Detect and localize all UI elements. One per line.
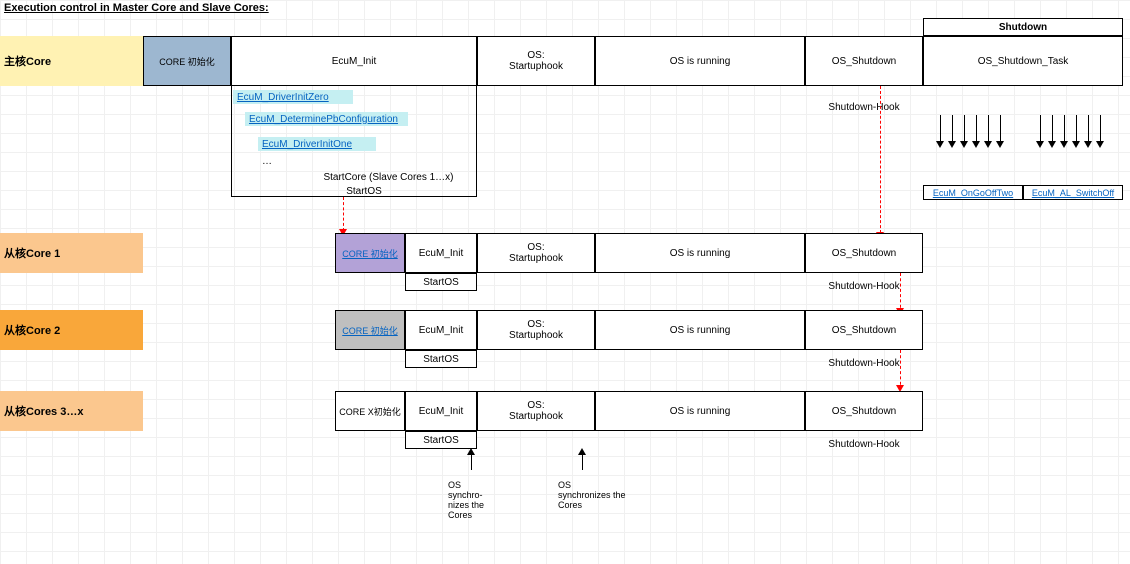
shutdown-header: Shutdown [923,18,1123,36]
link-driver-init-one[interactable]: EcuM_DriverInitOne [258,137,376,151]
dots: … [258,155,288,167]
slave2-os-startup: OS: Startuphook [477,310,595,350]
startcore-label: StartCore (Slave Cores 1…x) [300,170,477,184]
master-os-running: OS is running [595,36,805,86]
sync1-arrow [467,448,475,455]
slave3-startos: StartOS [405,431,477,449]
sync-note-2: OS synchronizes the Cores [558,480,648,522]
slave1-os-running: OS is running [595,233,805,273]
red-line-2 [900,273,902,313]
slave2-startos: StartOS [405,350,477,368]
slave3-ecum-init: EcuM_Init [405,391,477,431]
slave3-os-shutdown: OS_Shutdown [805,391,923,431]
master-core-label: 主核Core [0,36,143,86]
slave1-shutdown-hook: Shutdown-Hook [805,278,923,294]
master-core-init: CORE 初始化 [143,36,231,86]
diagram-title: Execution control in Master Core and Sla… [4,2,269,14]
master-shutdown-task: OS_Shutdown_Task [923,36,1123,86]
slave3-label: 从核Cores 3…x [0,391,143,431]
arrow-group [940,115,1120,155]
slave3-core-init: CORE X初始化 [335,391,405,431]
link-determine-pb[interactable]: EcuM_DeterminePbConfiguration [245,112,408,126]
slave2-core-init[interactable]: CORE 初始化 [335,310,405,350]
startos-label: StartOS [324,184,404,198]
master-os-shutdown: OS_Shutdown [805,36,923,86]
sync2-arrow [578,448,586,455]
slave1-label: 从核Core 1 [0,233,143,273]
slave2-os-running: OS is running [595,310,805,350]
red-line-3 [900,350,902,390]
master-os-startup: OS: Startuphook [477,36,595,86]
master-ecum-init: EcuM_Init [231,36,477,86]
slave1-os-startup: OS: Startuphook [477,233,595,273]
slave1-ecum-init: EcuM_Init [405,233,477,273]
master-shutdown-hook: Shutdown-Hook [805,98,923,116]
slave2-ecum-init: EcuM_Init [405,310,477,350]
slave1-startos: StartOS [405,273,477,291]
link-driver-init-zero[interactable]: EcuM_DriverInitZero [233,90,353,104]
sync-note-1: OS synchro- nizes the Cores [448,480,508,528]
slave2-label: 从核Core 2 [0,310,143,350]
slave2-shutdown-hook: Shutdown-Hook [805,355,923,371]
slave1-core-init[interactable]: CORE 初始化 [335,233,405,273]
red-line-shutdown-1 [880,86,882,238]
slave3-os-startup: OS: Startuphook [477,391,595,431]
slave2-os-shutdown: OS_Shutdown [805,310,923,350]
link-ongo-off-two[interactable]: EcuM_OnGoOffTwo [923,185,1023,200]
link-al-switch-off[interactable]: EcuM_AL_SwitchOff [1023,185,1123,200]
red-arrow-line-1 [343,197,345,231]
slave3-os-running: OS is running [595,391,805,431]
slave1-os-shutdown: OS_Shutdown [805,233,923,273]
slave3-shutdown-hook: Shutdown-Hook [805,436,923,452]
